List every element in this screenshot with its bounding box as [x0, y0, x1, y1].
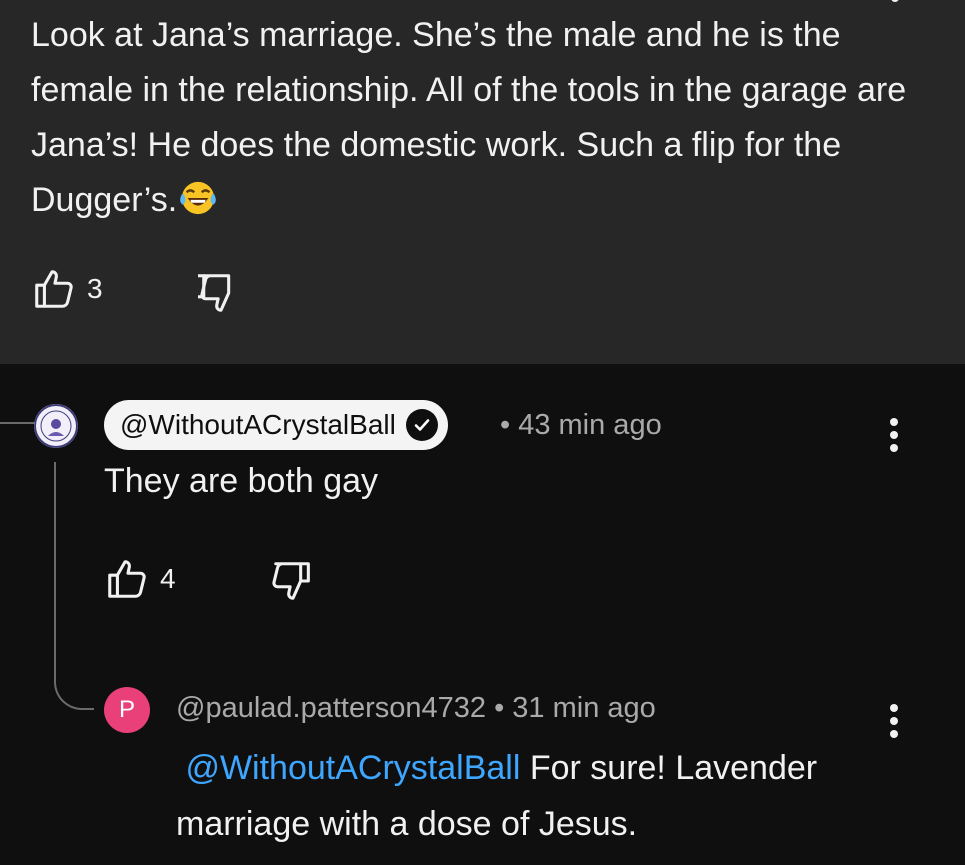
reply-like-button[interactable]: 4 — [104, 556, 176, 602]
crystal-ball-logo-avatar — [34, 404, 78, 448]
top-comment-menu-icon[interactable] — [885, 0, 905, 7]
top-dislike-button[interactable] — [194, 270, 244, 321]
thumbs-up-icon — [35, 270, 73, 308]
author-handle-chip[interactable]: @WithoutACrystalBall — [104, 400, 448, 450]
author-handle[interactable]: @paulad.patterson4732 — [176, 692, 486, 724]
reply-like-count: 4 — [160, 563, 176, 594]
reply-timestamp: • 43 min ago — [500, 409, 662, 441]
top-comment-text: Look at Jana’s marriage. She’s the male … — [31, 16, 907, 219]
verified-check-icon — [405, 409, 438, 441]
reply-dislike-button[interactable] — [270, 558, 316, 609]
reply-header: @paulad.patterson4732 • 31 min ago — [176, 692, 656, 725]
reply-text: @WithoutACrystalBall For sure! Lavender … — [176, 740, 896, 852]
mention-link[interactable]: @WithoutACrystalBall — [185, 749, 520, 787]
reply-timestamp: • 31 min ago — [494, 692, 656, 724]
top-like-button[interactable]: 3 — [31, 266, 103, 312]
avatar-p[interactable]: P — [104, 687, 150, 733]
thumbs-down-icon — [194, 274, 231, 312]
reply-text: They are both gay — [104, 462, 379, 500]
tears-of-joy-emoji-icon — [180, 181, 217, 215]
thread-line — [54, 462, 56, 650]
avatar[interactable] — [34, 404, 78, 448]
reply-menu-icon[interactable] — [884, 704, 904, 743]
thread-curve — [54, 648, 94, 710]
thumbs-down-icon — [272, 562, 310, 600]
author-handle: @WithoutACrystalBall — [120, 409, 396, 440]
thumbs-up-icon — [108, 560, 146, 598]
highlighted-comment: Look at Jana’s marriage. She’s the male … — [0, 0, 965, 364]
reply-menu-icon[interactable] — [884, 418, 904, 457]
top-like-count: 3 — [87, 273, 103, 304]
